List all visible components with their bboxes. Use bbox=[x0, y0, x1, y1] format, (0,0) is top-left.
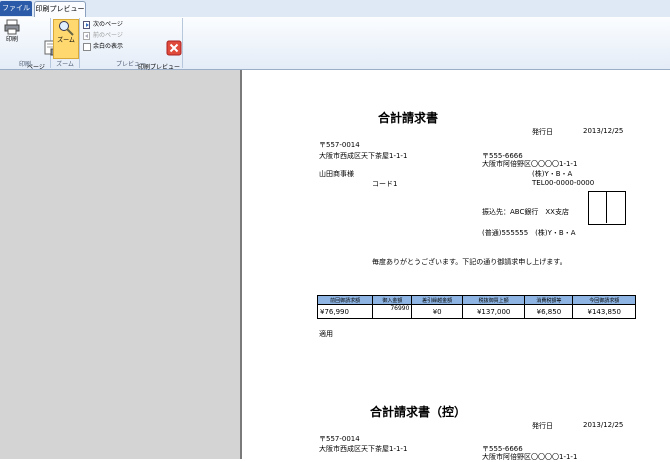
issue-date-label: 発行日 bbox=[532, 128, 553, 136]
notes-label: 適用 bbox=[319, 330, 333, 338]
cell-tax: ¥6,850 bbox=[524, 304, 574, 319]
table-row: ¥76,990 76990 ¥0 ¥137,000 ¥6,850 ¥143,85… bbox=[316, 304, 636, 319]
cell-purchase: ¥137,000 bbox=[461, 304, 526, 319]
show-margins-label: 余白の表示 bbox=[93, 43, 124, 50]
show-margins-checkbox[interactable]: 余白の表示 bbox=[83, 42, 123, 52]
header-prev-billing: 前回御請求額 bbox=[316, 295, 374, 305]
tab-print-preview[interactable]: 印刷プレビュー bbox=[34, 1, 86, 18]
seal-box bbox=[588, 191, 626, 225]
header-tax: 消費税額等 bbox=[524, 295, 574, 305]
header-payment: 御入金額 bbox=[372, 295, 413, 305]
recipient-address: 大阪市西成区天下茶屋1-1-1 bbox=[319, 152, 408, 160]
group-print-label: 印刷 bbox=[18, 61, 31, 68]
cell-prev-billing: ¥76,990 bbox=[316, 304, 374, 319]
print-label: 印刷 bbox=[5, 36, 18, 43]
account-info: (普通)555555 (株)Y・B・A bbox=[482, 229, 576, 237]
print-preview-page[interactable]: 合計請求書 発行日 2013/12/25 〒557-0014 大阪市西成区天下茶… bbox=[242, 70, 670, 461]
group-preview: 次のページ 前のページ 余白の表示 印刷プレビュー を閉じる プレビュー bbox=[80, 18, 183, 78]
cell-carryover: ¥0 bbox=[411, 304, 463, 319]
recipient-postal: 〒557-0014 bbox=[319, 141, 360, 149]
next-page-button[interactable]: 次のページ bbox=[83, 20, 123, 30]
next-page-label: 次のページ bbox=[93, 21, 123, 28]
next-page-icon bbox=[83, 20, 91, 29]
zoom-label: ズーム bbox=[57, 37, 75, 44]
customer-code: コード1 bbox=[372, 180, 398, 188]
printer-icon bbox=[4, 19, 20, 35]
copy-issue-date-label: 発行日 bbox=[532, 422, 553, 430]
copy-recipient-postal: 〒557-0014 bbox=[319, 435, 360, 443]
greeting-text: 毎度ありがとうございます。下記の通り御請求申し上げます。 bbox=[372, 258, 567, 266]
invoice-copy-title: 合計請求書（控） bbox=[370, 405, 467, 419]
header-purchase: 税抜御買上額 bbox=[461, 295, 526, 305]
tab-file[interactable]: ファイル bbox=[0, 1, 32, 16]
prev-page-icon bbox=[83, 31, 91, 40]
header-current-billing: 今回御請求額 bbox=[572, 295, 636, 305]
copy-issue-date: 2013/12/25 bbox=[583, 421, 624, 429]
preview-background bbox=[0, 70, 240, 459]
ribbon-tab-bar: ファイル 印刷プレビュー bbox=[0, 0, 670, 18]
checkbox-box bbox=[83, 42, 91, 51]
invoice-title: 合計請求書 bbox=[378, 111, 439, 125]
cell-current-billing: ¥143,850 bbox=[572, 304, 636, 319]
seal-divider bbox=[606, 191, 607, 223]
sender-address: 大阪市阿倍野区〇〇〇〇1-1-1 bbox=[482, 160, 578, 168]
magnifier-icon bbox=[58, 20, 74, 36]
sender-company: (株)Y・B・A bbox=[532, 170, 573, 178]
bank-info: 振込先：ABC銀行 XX支店 bbox=[482, 208, 569, 216]
cell-payment: 76990 bbox=[372, 304, 413, 319]
recipient-company: 山田商事様 bbox=[319, 170, 354, 178]
zoom-button[interactable]: ズーム bbox=[53, 19, 79, 59]
invoice-summary-table: 前回御請求額 御入金額 差引繰越金額 税抜御買上額 消費税額等 今回御請求額 ¥… bbox=[316, 295, 636, 319]
ribbon: 印刷 ページ 設定 印刷 ズーム ズーム 次のページ 前のページ 余白の表示 bbox=[0, 17, 670, 78]
copy-recipient-address: 大阪市西成区天下茶屋1-1-1 bbox=[319, 445, 408, 453]
group-zoom-label: ズーム bbox=[56, 61, 74, 68]
prev-page-label: 前のページ bbox=[93, 32, 123, 39]
sender-tel: TEL00-0000-0000 bbox=[532, 179, 595, 187]
group-print: 印刷 ページ 設定 印刷 bbox=[0, 18, 59, 78]
header-carryover: 差引繰越金額 bbox=[411, 295, 463, 305]
table-header-row: 前回御請求額 御入金額 差引繰越金額 税抜御買上額 消費税額等 今回御請求額 bbox=[316, 295, 636, 305]
group-zoom: ズーム ズーム bbox=[51, 18, 80, 68]
issue-date: 2013/12/25 bbox=[583, 127, 624, 135]
page-setup-icon bbox=[28, 33, 59, 56]
close-icon bbox=[151, 33, 182, 56]
print-button[interactable]: 印刷 bbox=[2, 19, 22, 43]
group-preview-label: プレビュー bbox=[115, 61, 146, 68]
prev-page-button[interactable]: 前のページ bbox=[83, 31, 123, 41]
copy-sender-address: 大阪市阿倍野区〇〇〇〇1-1-1 bbox=[482, 453, 578, 461]
